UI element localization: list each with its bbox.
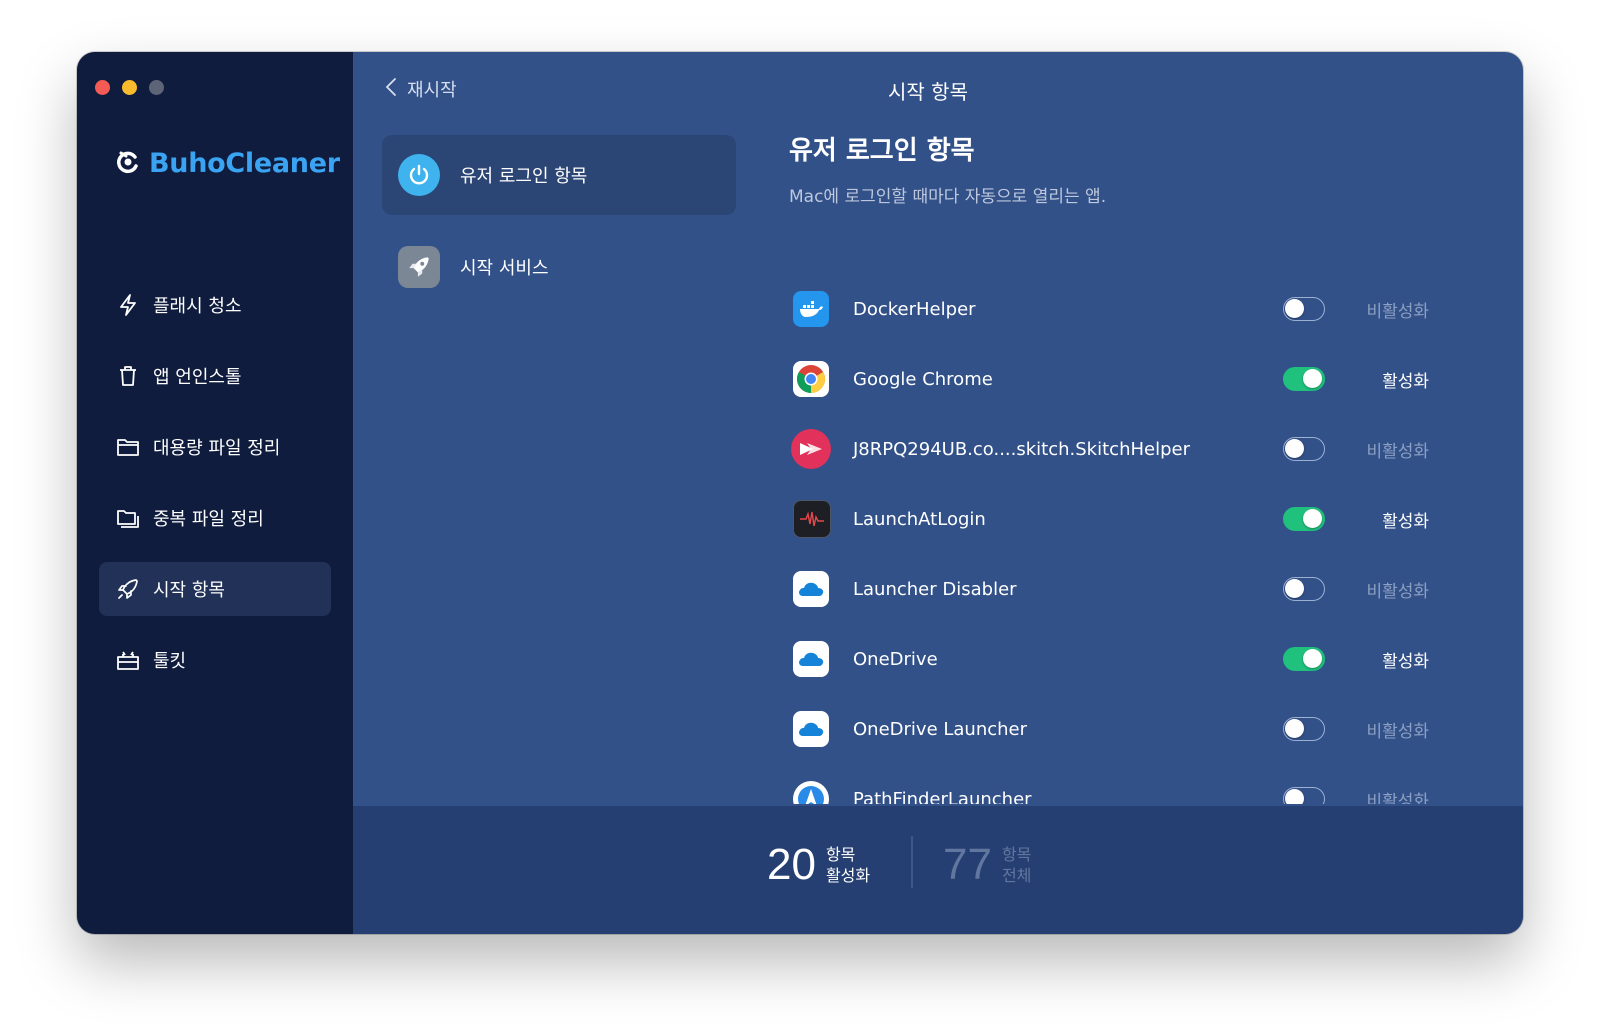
app-name: Google Chrome (853, 368, 993, 390)
skitch-icon (791, 429, 831, 469)
sidebar-item-label: 시작 항목 (153, 580, 225, 601)
app-name: OneDrive Launcher (853, 718, 1028, 740)
status-label: 비활성화 (1366, 301, 1429, 322)
category-list: 유저 로그인 항목 시작 서비스 (382, 135, 736, 319)
close-button[interactable] (95, 80, 110, 95)
list-item: Launcher Disabler 비활성화 (783, 554, 1503, 624)
sidebar-item-toolkit[interactable]: 툴킷 (99, 633, 331, 687)
login-items-list[interactable]: DockerHelper 비활성화 Google Chrome 활성화 J8RP… (783, 274, 1503, 804)
list-item: J8RPQ294UB.co....skitch.SkitchHelper 비활성… (783, 414, 1503, 484)
status-label: 비활성화 (1366, 581, 1429, 602)
buho-logo-icon (115, 149, 141, 179)
flash-icon (115, 292, 141, 318)
back-label: 재시작 (407, 80, 457, 101)
section-subtitle: Mac에 로그인할 때마다 자동으로 열리는 앱. (789, 187, 1107, 207)
app-name: J8RPQ294UB.co....skitch.SkitchHelper (853, 438, 1190, 460)
total-count-label-top: 항목 (1001, 845, 1032, 864)
status-label: 비활성화 (1366, 441, 1429, 462)
toggle-switch[interactable] (1283, 787, 1325, 804)
duplicate-folder-icon (115, 505, 141, 531)
chrome-icon (793, 361, 829, 397)
brand: BuhoCleaner (115, 148, 340, 179)
category-startup-services[interactable]: 시작 서비스 (382, 227, 736, 307)
active-count-label-top: 항목 (825, 845, 856, 864)
app-name: LaunchAtLogin (853, 508, 986, 530)
onedrive-icon (793, 711, 829, 747)
sidebar: BuhoCleaner 플래시 청소 앱 언인스톨 대용량 파일 정리 중복 파… (77, 52, 353, 934)
list-item: OneDrive Launcher 비활성화 (783, 694, 1503, 764)
waveform-app-icon (793, 500, 831, 538)
main-content: 시작 항목 재시작 유저 로그인 항목 시작 서비스 유저 로그인 항목 Mac… (353, 52, 1523, 934)
toggle-switch[interactable] (1283, 297, 1325, 321)
category-label: 시작 서비스 (460, 258, 549, 279)
total-count: 77 항목 전체 (943, 840, 1031, 890)
back-button[interactable]: 재시작 (385, 76, 457, 102)
toggle-switch[interactable] (1283, 367, 1325, 391)
list-item: DockerHelper 비활성화 (783, 274, 1503, 344)
total-count-label-bottom: 전체 (1001, 866, 1032, 885)
app-name: PathFinderLauncher (853, 788, 1032, 805)
trash-icon (115, 363, 141, 389)
sidebar-item-startup[interactable]: 시작 항목 (99, 562, 331, 616)
toggle-switch[interactable] (1283, 437, 1325, 461)
sidebar-item-label: 앱 언인스톨 (153, 367, 242, 388)
sidebar-item-large-files[interactable]: 대용량 파일 정리 (99, 420, 331, 474)
app-name: Launcher Disabler (853, 578, 1017, 600)
status-label: 비활성화 (1366, 721, 1429, 742)
zoom-button[interactable] (149, 80, 164, 95)
sidebar-item-label: 툴킷 (153, 651, 187, 672)
rocket-icon (398, 246, 440, 288)
brand-name: BuhoCleaner (149, 148, 340, 179)
window-controls (95, 80, 164, 95)
active-count-number: 20 (767, 840, 816, 889)
sidebar-item-label: 플래시 청소 (153, 296, 242, 317)
toolkit-icon (115, 647, 141, 673)
status-label: 활성화 (1382, 371, 1429, 392)
docker-icon (793, 291, 829, 327)
folder-icon (115, 434, 141, 460)
chevron-left-icon (385, 77, 397, 102)
onedrive-icon (793, 571, 829, 607)
list-item: LaunchAtLogin 활성화 (783, 484, 1503, 554)
list-item: OneDrive 활성화 (783, 624, 1503, 694)
app-name: DockerHelper (853, 298, 976, 320)
rocket-icon (115, 576, 141, 602)
sidebar-item-flash-clean[interactable]: 플래시 청소 (99, 278, 331, 332)
app-name: OneDrive (853, 648, 938, 670)
status-label: 활성화 (1382, 511, 1429, 532)
status-label: 비활성화 (1366, 791, 1429, 805)
sidebar-nav: 플래시 청소 앱 언인스톨 대용량 파일 정리 중복 파일 정리 시작 항목 툴… (99, 278, 331, 704)
sidebar-item-duplicate-files[interactable]: 중복 파일 정리 (99, 491, 331, 545)
toggle-switch[interactable] (1283, 647, 1325, 671)
footer-divider (911, 836, 913, 888)
category-user-login-items[interactable]: 유저 로그인 항목 (382, 135, 736, 215)
page-title: 시작 항목 (888, 80, 968, 104)
toggle-switch[interactable] (1283, 717, 1325, 741)
power-icon (398, 154, 440, 196)
toggle-switch[interactable] (1283, 577, 1325, 601)
sidebar-item-app-uninstall[interactable]: 앱 언인스톨 (99, 349, 331, 403)
summary-footer: 20 항목 활성화 77 항목 전체 (353, 806, 1523, 934)
sidebar-item-label: 중복 파일 정리 (153, 509, 264, 530)
section-title: 유저 로그인 항목 (789, 136, 975, 166)
active-count: 20 항목 활성화 (767, 840, 870, 890)
category-label: 유저 로그인 항목 (460, 166, 588, 187)
pathfinder-icon (793, 781, 829, 804)
status-label: 활성화 (1382, 651, 1429, 672)
list-item: PathFinderLauncher 비활성화 (783, 764, 1503, 804)
list-item: Google Chrome 활성화 (783, 344, 1503, 414)
onedrive-icon (793, 641, 829, 677)
total-count-number: 77 (943, 840, 992, 889)
toggle-switch[interactable] (1283, 507, 1325, 531)
active-count-label-bottom: 활성화 (825, 866, 871, 885)
app-window: BuhoCleaner 플래시 청소 앱 언인스톨 대용량 파일 정리 중복 파… (77, 52, 1523, 934)
sidebar-item-label: 대용량 파일 정리 (153, 438, 281, 459)
minimize-button[interactable] (122, 80, 137, 95)
